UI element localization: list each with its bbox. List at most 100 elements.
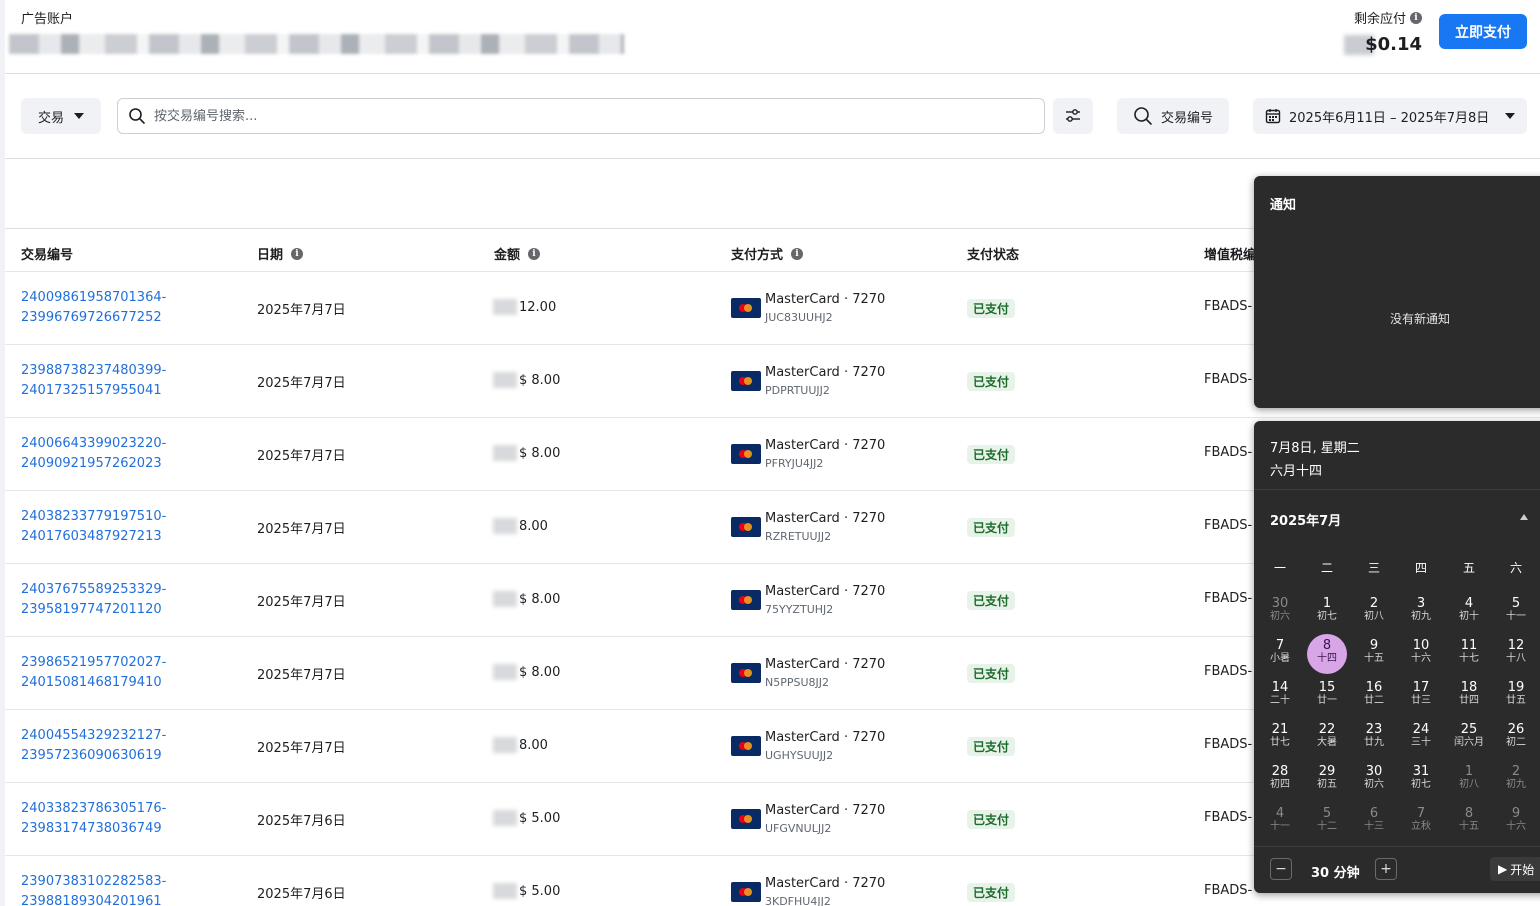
- column-vat[interactable]: 增值税编: [1204, 244, 1256, 263]
- status-badge: 已支付: [967, 445, 1016, 464]
- calendar-day[interactable]: 21 廿七: [1260, 718, 1300, 758]
- info-icon[interactable]: i: [1410, 11, 1422, 24]
- day-number: 6: [1369, 806, 1379, 821]
- calendar-day[interactable]: 29 初五: [1307, 760, 1347, 800]
- column-date[interactable]: 日期 i: [257, 244, 304, 263]
- calendar-day[interactable]: 15 廿一: [1307, 676, 1347, 716]
- transaction-date: 2025年7月6日: [257, 887, 346, 902]
- payment-reference-code: UGHYSUUJJ2: [765, 749, 834, 762]
- amount-due-value: $0.14: [1365, 34, 1422, 55]
- calendar-weekday: 三: [1367, 561, 1380, 575]
- column-amount[interactable]: 金额 i: [494, 244, 541, 263]
- transaction-id-search-button[interactable]: 交易编号: [1117, 98, 1229, 134]
- chevron-up-icon[interactable]: [1520, 514, 1528, 520]
- transaction-id-link[interactable]: 24004554329232127- 23957236090630619: [21, 726, 166, 766]
- payment-reference-code: UFGVNULJJ2: [765, 822, 832, 835]
- increase-timer-button[interactable]: +: [1375, 858, 1397, 880]
- status-badge: 已支付: [967, 664, 1016, 683]
- play-icon: ▶: [1498, 862, 1508, 876]
- calendar-day[interactable]: 25 闰六月: [1449, 718, 1489, 758]
- search-input[interactable]: [154, 108, 1034, 124]
- calendar-day[interactable]: 7 小暑: [1260, 634, 1300, 674]
- calendar-day[interactable]: 9 十六: [1496, 802, 1536, 842]
- transaction-id-link[interactable]: 24033823786305176- 23983174738036749: [21, 799, 166, 839]
- transaction-id-link[interactable]: 24006643399023220- 24090921957262023: [21, 434, 166, 474]
- transaction-id-link[interactable]: 23986521957702027- 24015081468179410: [21, 653, 166, 693]
- calendar-day[interactable]: 6 十三: [1354, 802, 1394, 842]
- day-number: 26: [1507, 722, 1525, 737]
- lunar-day: 闰六月: [1454, 737, 1484, 748]
- calendar-day[interactable]: 4 初十: [1449, 592, 1489, 632]
- transaction-id-link[interactable]: 23907383102282583- 23988189304201961: [21, 872, 166, 906]
- calendar-icon: [1265, 109, 1281, 124]
- info-icon[interactable]: i: [791, 247, 804, 260]
- calendar-day[interactable]: 11 十七: [1449, 634, 1489, 674]
- decrease-timer-button[interactable]: −: [1270, 858, 1292, 880]
- calendar-day[interactable]: 4 十一: [1260, 802, 1300, 842]
- calendar-day[interactable]: 8 十五: [1449, 802, 1489, 842]
- calendar-day[interactable]: 23 廿九: [1354, 718, 1394, 758]
- type-dropdown[interactable]: 交易: [21, 98, 101, 134]
- filter-settings-button[interactable]: [1053, 98, 1093, 134]
- calendar-day[interactable]: 2 初九: [1496, 760, 1536, 800]
- calendar-day[interactable]: 24 三十: [1401, 718, 1441, 758]
- calendar-day[interactable]: 31 初七: [1401, 760, 1441, 800]
- date-range-picker[interactable]: 2025年6月11日 – 2025年7月8日: [1253, 98, 1527, 134]
- calendar-day[interactable]: 3 初九: [1401, 592, 1441, 632]
- payment-method: MasterCard · 7270 PDPRTUUJJ2: [731, 365, 885, 398]
- day-number: 19: [1507, 680, 1525, 695]
- calendar-day[interactable]: 30 初六: [1354, 760, 1394, 800]
- mastercard-icon: [731, 371, 761, 391]
- search-box[interactable]: [117, 98, 1045, 134]
- calendar-day[interactable]: 30 初六: [1260, 592, 1300, 632]
- calendar-day[interactable]: 10 十六: [1401, 634, 1441, 674]
- transaction-id-link[interactable]: 24038233779197510- 24017603487927213: [21, 507, 166, 547]
- pay-now-button[interactable]: 立即支付: [1439, 14, 1527, 49]
- calendar-day[interactable]: 16 廿二: [1354, 676, 1394, 716]
- calendar-day[interactable]: 26 初二: [1496, 718, 1536, 758]
- transaction-id-link[interactable]: 23988738237480399- 24017325157955041: [21, 361, 166, 401]
- day-number: 4: [1464, 596, 1474, 611]
- amount-redacted: [493, 810, 517, 826]
- calendar-month[interactable]: 2025年7月: [1270, 510, 1341, 529]
- calendar-day[interactable]: 1 初八: [1449, 760, 1489, 800]
- calendar-current-date[interactable]: 7月8日, 星期二: [1270, 437, 1360, 456]
- transaction-id-link[interactable]: 24037675589253329- 23958197747201120: [21, 580, 166, 620]
- calendar-day[interactable]: 7 立秋: [1401, 802, 1441, 842]
- calendar-day[interactable]: 14 二十: [1260, 676, 1300, 716]
- lunar-day: 十五: [1364, 653, 1384, 664]
- calendar-day[interactable]: 19 廿五: [1496, 676, 1536, 716]
- start-focus-button[interactable]: ▶ 开始: [1490, 857, 1540, 881]
- lunar-day: 初八: [1364, 611, 1384, 622]
- amount-due-label: 剩余应付 i: [1354, 8, 1422, 27]
- calendar-day[interactable]: 12 十八: [1496, 634, 1536, 674]
- calendar-day[interactable]: 22 大暑: [1307, 718, 1347, 758]
- calendar-day[interactable]: 5 十二: [1307, 802, 1347, 842]
- lunar-day: 廿五: [1506, 695, 1526, 706]
- calendar-day[interactable]: 18 廿四: [1449, 676, 1489, 716]
- column-transaction-id[interactable]: 交易编号: [21, 244, 73, 263]
- calendar-day[interactable]: 28 初四: [1260, 760, 1300, 800]
- mastercard-icon: [731, 736, 761, 756]
- calendar-day[interactable]: 5 十一: [1496, 592, 1536, 632]
- lunar-day: 十六: [1506, 821, 1526, 832]
- transaction-id-link[interactable]: 24009861958701364- 23996769726677252: [21, 288, 166, 328]
- payment-method-name: MasterCard · 7270: [765, 657, 886, 672]
- column-payment-status[interactable]: 支付状态: [967, 244, 1019, 263]
- calendar-day-today[interactable]: 8 十四: [1307, 634, 1347, 674]
- calendar-weekday: 六: [1509, 561, 1522, 575]
- amount-value: 8.00: [519, 737, 548, 753]
- lunar-day: 十四: [1317, 653, 1337, 664]
- vat-invoice-id: FBADS-: [1204, 445, 1253, 460]
- calendar-day[interactable]: 9 十五: [1354, 634, 1394, 674]
- calendar-day[interactable]: 2 初八: [1354, 592, 1394, 632]
- info-icon[interactable]: i: [291, 247, 304, 260]
- status-badge: 已支付: [967, 883, 1016, 902]
- calendar-day[interactable]: 17 廿三: [1401, 676, 1441, 716]
- info-icon[interactable]: i: [528, 247, 541, 260]
- transaction-date: 2025年7月7日: [257, 522, 346, 537]
- calendar-day[interactable]: 1 初七: [1307, 592, 1347, 632]
- amount-redacted: [493, 518, 517, 534]
- amount-value: $ 8.00: [519, 591, 561, 607]
- column-payment-method[interactable]: 支付方式 i: [731, 244, 804, 263]
